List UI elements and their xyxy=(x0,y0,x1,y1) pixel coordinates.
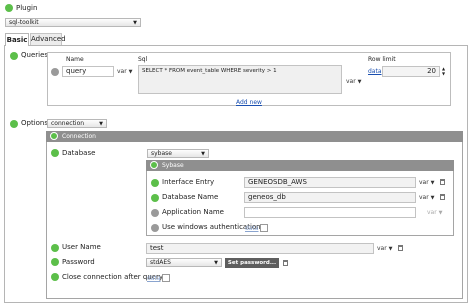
windows-auth-data-link[interactable]: data xyxy=(245,224,259,233)
column-header-sql: Sql xyxy=(138,56,148,63)
set-password-button[interactable]: Set password... xyxy=(225,258,279,268)
close-connection-status-icon xyxy=(51,273,59,281)
var-label: var xyxy=(346,78,356,85)
interface-entry-var-dropdown[interactable]: var ▼ xyxy=(419,178,434,188)
tab-advanced[interactable]: Advanced xyxy=(30,33,66,45)
interface-entry-status-icon xyxy=(151,179,159,187)
user-name-input[interactable]: test xyxy=(146,243,374,254)
chevron-down-icon: ▼ xyxy=(99,121,103,127)
user-name-status-icon xyxy=(51,244,59,252)
database-name-value: geneos_db xyxy=(248,193,286,201)
password-trash-icon[interactable] xyxy=(283,260,288,266)
options-select-value: connection xyxy=(51,120,85,127)
sql-text: SELECT * FROM event_table WHERE severity… xyxy=(142,68,277,74)
sql-var-dropdown[interactable]: var ▼ xyxy=(346,77,361,87)
close-connection-checkbox[interactable] xyxy=(162,274,170,282)
var-label: var xyxy=(377,245,387,252)
windows-auth-status-icon xyxy=(151,224,159,232)
plugin-select-value: sql-toolkit xyxy=(9,19,39,26)
sybase-title: Sybase xyxy=(162,162,184,169)
chevron-down-icon: ▼ xyxy=(430,180,435,186)
password-status-icon xyxy=(51,258,59,266)
database-select[interactable]: sybase ▼ xyxy=(147,149,209,158)
database-status-icon xyxy=(51,149,59,157)
database-name-status-icon xyxy=(151,194,159,202)
chevron-down-icon: ▼ xyxy=(214,260,218,266)
tab-basic-label: Basic xyxy=(6,36,28,44)
password-encoding-select[interactable]: stdAES ▼ xyxy=(146,258,222,267)
var-label: var xyxy=(117,68,127,75)
windows-auth-checkbox[interactable] xyxy=(260,224,268,232)
row-limit-input[interactable]: 20 xyxy=(382,66,440,77)
sybase-status-icon xyxy=(150,161,158,169)
column-header-row-limit: Row limit xyxy=(368,56,396,63)
row-limit-value: 20 xyxy=(427,67,436,75)
sql-textarea[interactable]: SELECT * FROM event_table WHERE severity… xyxy=(138,65,342,94)
interface-entry-input[interactable]: GENEOSDB_AWS xyxy=(244,177,416,188)
query-name-value: query xyxy=(66,67,87,75)
database-label: Database xyxy=(62,149,96,157)
row-limit-data-link[interactable]: data xyxy=(368,67,382,76)
chevron-down-icon: ▼ xyxy=(128,69,133,75)
var-label: var xyxy=(419,179,429,186)
queries-label: Queries xyxy=(21,51,49,59)
connection-title: Connection xyxy=(62,133,96,140)
query-row-status-icon xyxy=(51,68,59,76)
set-password-label: Set password... xyxy=(227,260,277,266)
row-limit-stepper[interactable]: ▲ ▼ xyxy=(442,66,445,76)
queries-status-icon xyxy=(10,52,18,60)
password-label: Password xyxy=(62,258,95,266)
application-name-status-icon xyxy=(151,209,159,217)
database-name-label: Database Name xyxy=(162,193,219,201)
interface-entry-label: Interface Entry xyxy=(162,178,215,186)
plugin-label: Plugin xyxy=(16,4,38,12)
options-select[interactable]: connection ▼ xyxy=(47,119,107,128)
add-new-link[interactable]: Add new xyxy=(236,98,262,107)
sybase-panel-header: Sybase xyxy=(146,160,454,171)
options-label: Options xyxy=(21,119,49,127)
chevron-down-icon: ▼ xyxy=(201,151,205,157)
close-connection-data-link[interactable]: data xyxy=(147,274,161,283)
user-name-trash-icon[interactable] xyxy=(398,245,403,251)
database-name-input[interactable]: geneos_db xyxy=(244,192,416,203)
plugin-status-icon xyxy=(5,4,13,12)
chevron-down-icon: ▼ xyxy=(388,246,393,252)
plugin-select[interactable]: sql-toolkit ▼ xyxy=(5,18,141,27)
application-name-input[interactable] xyxy=(244,207,416,218)
application-name-var-dropdown[interactable]: var ▼ xyxy=(427,208,442,218)
chevron-down-icon: ▼ xyxy=(133,20,137,26)
chevron-down-icon: ▼ xyxy=(357,79,362,85)
chevron-down-icon: ▼ xyxy=(430,195,435,201)
interface-entry-value: GENEOSDB_AWS xyxy=(248,178,307,186)
user-name-value: test xyxy=(150,244,164,252)
user-name-var-dropdown[interactable]: var ▼ xyxy=(377,244,392,254)
options-status-icon xyxy=(10,120,18,128)
column-header-name: Name xyxy=(66,56,84,63)
tab-advanced-label: Advanced xyxy=(31,35,66,43)
var-label: var xyxy=(419,194,429,201)
var-label: var xyxy=(427,209,437,216)
interface-entry-trash-icon[interactable] xyxy=(440,179,445,185)
database-name-trash-icon[interactable] xyxy=(440,194,445,200)
connection-panel-header: Connection xyxy=(46,131,463,142)
user-name-label: User Name xyxy=(62,243,101,251)
password-encoding-value: stdAES xyxy=(150,259,171,266)
database-select-value: sybase xyxy=(151,150,172,157)
application-name-label: Application Name xyxy=(162,208,224,216)
database-name-var-dropdown[interactable]: var ▼ xyxy=(419,193,434,203)
chevron-down-icon: ▼ xyxy=(438,210,443,216)
query-name-var-dropdown[interactable]: var ▼ xyxy=(117,67,132,77)
connection-status-icon xyxy=(50,132,58,140)
query-name-input[interactable]: query xyxy=(62,66,114,77)
